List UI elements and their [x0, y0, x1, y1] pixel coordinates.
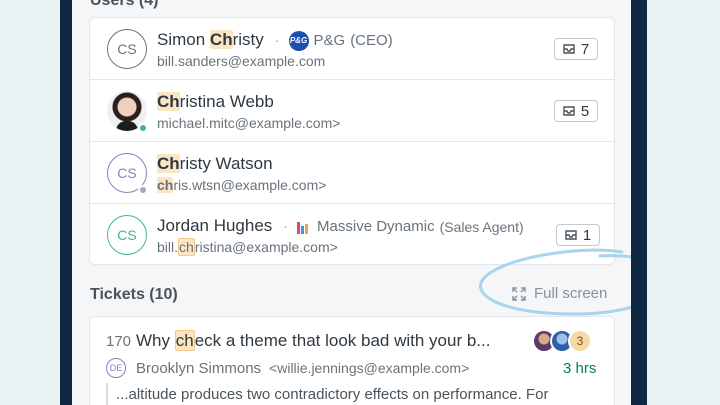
user-email: michael.mitc@example.com> [157, 115, 341, 131]
user-name[interactable]: Jordan Hughes · Massive Dynamic (Sales A… [157, 216, 524, 236]
massive-dynamic-logo-icon [297, 220, 309, 234]
user-email: chris.wtsn@example.com> [157, 177, 327, 193]
ticket-title[interactable]: Why check a theme that look bad with you… [136, 330, 490, 351]
user-name[interactable]: Christina Webb [157, 92, 274, 112]
more-agents-badge: 3 [568, 329, 592, 353]
user-organization[interactable]: · Massive Dynamic (Sales Agent) [283, 218, 524, 235]
user-avatar: CS [107, 215, 147, 255]
search-highlight: Ch [157, 92, 180, 111]
search-highlight: Ch [209, 30, 233, 49]
ticket-snippet: ...altitude produces two contradictory e… [116, 386, 549, 403]
assigned-agents[interactable]: 3 [532, 329, 592, 353]
user-organization[interactable]: · P&G P&G (CEO) [275, 30, 393, 51]
search-highlight: Ch [157, 154, 180, 173]
search-highlight: ch [157, 177, 174, 193]
user-row[interactable]: CS Christy Watson chris.wtsn@example.com… [90, 142, 614, 204]
user-name[interactable]: Simon Christy · P&G P&G (CEO) [157, 30, 393, 51]
users-list: CS Simon Christy · P&G P&G (CEO) bill.sa… [89, 17, 615, 265]
user-ticket-count[interactable]: 1 [556, 224, 600, 246]
user-name[interactable]: Christy Watson [157, 154, 273, 174]
user-ticket-count[interactable]: 7 [554, 38, 598, 60]
pg-logo-icon: P&G [288, 30, 309, 51]
requester-email: <willie.jennings@example.com> [269, 360, 470, 376]
hand-drawn-circle-annotation [479, 248, 631, 316]
inbox-icon [563, 106, 575, 116]
tickets-section-title: Tickets (10) [90, 286, 178, 303]
user-row[interactable]: CS Simon Christy · P&G P&G (CEO) bill.sa… [90, 18, 614, 80]
user-email: bill.sanders@example.com [157, 53, 326, 69]
search-results-panel: Users (4) CS Simon Christy · P&G P&G (CE… [72, 0, 631, 405]
inbox-icon [565, 230, 577, 240]
search-highlight: ch [178, 238, 195, 256]
search-highlight: ch [174, 330, 195, 351]
requester-avatar: DE [106, 358, 126, 378]
away-status-dot [138, 185, 148, 195]
snippet-quote-bar [106, 383, 108, 405]
user-email: bill.christina@example.com> [157, 238, 338, 256]
user-ticket-count[interactable]: 5 [554, 100, 598, 122]
left-dark-edge [60, 0, 72, 405]
online-status-dot [138, 123, 148, 133]
users-section-title: Users (4) [90, 0, 159, 9]
user-avatar: CS [107, 29, 147, 69]
ticket-list: 170 Why check a theme that look bad with… [89, 316, 615, 405]
ticket-id: 170 [106, 333, 132, 350]
user-row[interactable]: Christina Webb michael.mitc@example.com>… [90, 80, 614, 142]
ticket-requester: Brooklyn Simmons <willie.jennings@example… [136, 360, 470, 377]
right-dark-edge [631, 0, 647, 405]
ticket-time: 3 hrs [563, 360, 597, 377]
inbox-icon [563, 44, 575, 54]
